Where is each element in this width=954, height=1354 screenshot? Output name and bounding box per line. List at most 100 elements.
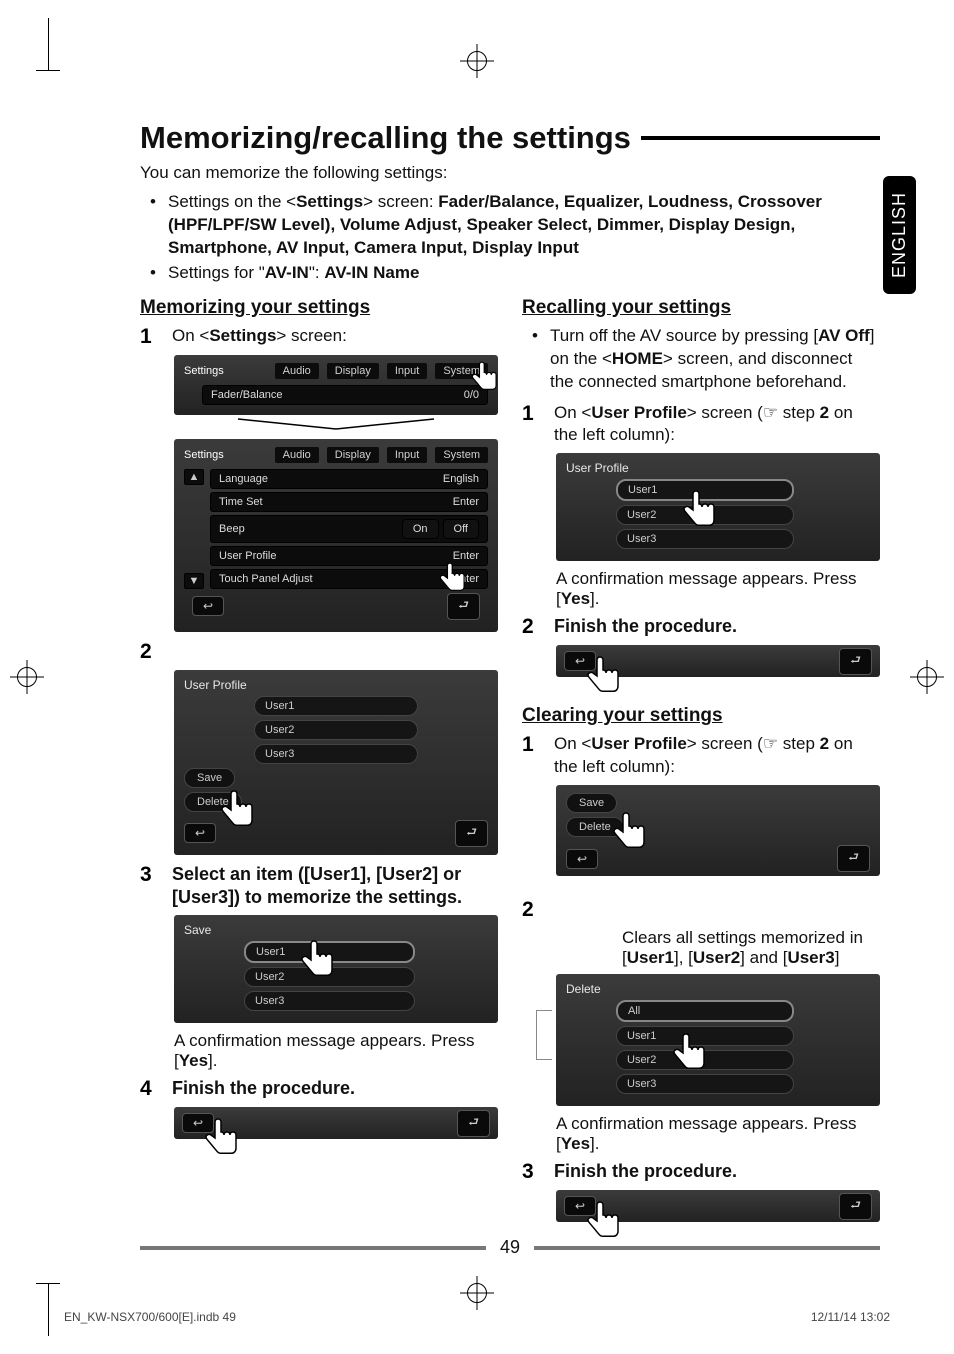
text: ]. bbox=[590, 1134, 599, 1153]
screenshot-settings-top: Settings Audio Display Input System Fade… bbox=[174, 355, 498, 415]
text: > screen (☞ step bbox=[687, 734, 820, 753]
subheading-memorizing: Memorizing your settings bbox=[140, 297, 498, 319]
register-mark bbox=[914, 664, 940, 690]
tab: Audio bbox=[275, 447, 319, 463]
text-bold: AV Off bbox=[818, 326, 870, 345]
text-bold: Yes bbox=[561, 1134, 590, 1153]
tab: Audio bbox=[275, 363, 319, 379]
crop-mark bbox=[48, 18, 60, 70]
tab: Display bbox=[327, 447, 379, 463]
user-option: User3 bbox=[254, 744, 418, 764]
tab: System bbox=[435, 447, 488, 463]
tab: Input bbox=[387, 447, 427, 463]
title-rule bbox=[641, 136, 880, 140]
home-icon bbox=[839, 648, 872, 675]
toggle-on: On bbox=[402, 519, 439, 539]
register-mark bbox=[464, 48, 490, 74]
screenshot-finish-bar bbox=[556, 1190, 880, 1222]
step-number: 2 bbox=[522, 615, 542, 639]
screenshot-user-profile-recall: User Profile User1 User2 User3 bbox=[556, 453, 880, 561]
text-bold: User Profile bbox=[591, 403, 686, 422]
text: On < bbox=[554, 403, 591, 422]
pointer-hand-icon bbox=[666, 1030, 714, 1078]
row-label: Time Set bbox=[219, 496, 263, 508]
text: ": bbox=[309, 263, 324, 282]
step-number: 3 bbox=[140, 863, 160, 910]
step-number: 1 bbox=[522, 402, 542, 448]
pointer-hand-icon bbox=[676, 487, 724, 535]
step-text: Finish the procedure. bbox=[554, 615, 737, 639]
text-bold: AV-IN bbox=[265, 263, 309, 282]
clear-note: Clears all settings memorized in [User1]… bbox=[622, 928, 880, 968]
step-text: On <User Profile> screen (☞ step 2 on th… bbox=[554, 733, 880, 779]
back-icon bbox=[192, 596, 224, 616]
tab: Input bbox=[387, 363, 427, 379]
step-number: 3 bbox=[522, 1160, 542, 1184]
text: ] and [ bbox=[740, 948, 787, 967]
bullet-item: Settings for "AV-IN": AV-IN Name bbox=[140, 262, 880, 285]
text-bold: User Profile bbox=[591, 734, 686, 753]
pointer-hand-icon bbox=[580, 653, 628, 701]
step-text: Finish the procedure. bbox=[554, 1160, 737, 1184]
pointer-hand-icon bbox=[466, 359, 504, 397]
screen-title: Delete bbox=[566, 982, 870, 996]
screenshot-delete-list: Delete All User1 User2 User3 bbox=[556, 974, 880, 1106]
text-bold: Settings bbox=[209, 326, 276, 345]
footer-rule bbox=[534, 1246, 880, 1250]
subheading-clearing: Clearing your settings bbox=[522, 705, 880, 727]
crop-mark bbox=[36, 1283, 60, 1284]
text-bold: AV-IN Name bbox=[324, 263, 419, 282]
row-label: User Profile bbox=[219, 550, 276, 562]
user-option: User3 bbox=[244, 991, 415, 1011]
confirm-note: A confirmation message appears. Press [Y… bbox=[556, 569, 880, 609]
row-label: Fader/Balance bbox=[211, 389, 283, 401]
page-title: Memorizing/recalling the settings bbox=[140, 120, 631, 156]
list-row: BeepOnOff bbox=[210, 515, 488, 543]
row-label: Beep bbox=[219, 523, 245, 535]
step-number: 2 bbox=[140, 640, 160, 664]
confirm-note: A confirmation message appears. Press [Y… bbox=[556, 1114, 880, 1154]
user-option: User2 bbox=[254, 720, 418, 740]
bullet-item: Turn off the AV source by pressing [AV O… bbox=[522, 325, 880, 394]
list-row: Time SetEnter bbox=[210, 492, 488, 512]
step-text: On <Settings> screen: bbox=[172, 325, 347, 349]
screenshot-settings-list: Settings Audio Display Input System ▲ ▼ bbox=[174, 439, 498, 632]
text: > screen: bbox=[363, 192, 438, 211]
screen-label: Settings bbox=[184, 365, 224, 377]
footer-rule bbox=[140, 1246, 486, 1250]
screenshot-finish-bar bbox=[556, 645, 880, 677]
row-label: Language bbox=[219, 473, 268, 485]
text: Settings for " bbox=[168, 263, 265, 282]
intro-text: You can memorize the following settings: bbox=[140, 162, 880, 185]
file-info-right: 12/11/14 13:02 bbox=[811, 1310, 890, 1324]
step-number: 2 bbox=[522, 898, 542, 922]
home-icon bbox=[457, 1110, 490, 1137]
step-text: Finish the procedure. bbox=[172, 1077, 355, 1101]
screenshot-finish-bar bbox=[174, 1107, 498, 1139]
text: ]. bbox=[208, 1051, 217, 1070]
page-number: 49 bbox=[494, 1237, 526, 1258]
pointer-hand-icon bbox=[294, 937, 342, 985]
screen-title: Save bbox=[184, 923, 488, 937]
row-label: Touch Panel Adjust bbox=[219, 573, 313, 585]
user-option: User1 bbox=[254, 696, 418, 716]
save-button: Save bbox=[184, 768, 235, 788]
text: > screen: bbox=[276, 326, 346, 345]
text-bold: HOME bbox=[612, 349, 663, 368]
text-bold: User2 bbox=[693, 948, 740, 967]
subheading-recalling: Recalling your settings bbox=[522, 297, 880, 319]
crop-mark bbox=[36, 70, 60, 71]
screen-title: User Profile bbox=[184, 678, 488, 692]
tab: Display bbox=[327, 363, 379, 379]
register-mark bbox=[464, 1280, 490, 1306]
list-row: LanguageEnglish bbox=[210, 469, 488, 489]
text: A confirmation message appears. Press [ bbox=[556, 569, 856, 608]
home-icon bbox=[837, 845, 870, 872]
pointer-hand-icon bbox=[606, 809, 654, 857]
screen-label: Settings bbox=[184, 449, 224, 461]
screenshot-user-profile: User Profile User1 User2 User3 Save Dele… bbox=[174, 670, 498, 855]
text: ]. bbox=[590, 589, 599, 608]
text: > screen (☞ step bbox=[687, 403, 820, 422]
step-number: 1 bbox=[522, 733, 542, 779]
text: Turn off the AV source by pressing [ bbox=[550, 326, 818, 345]
